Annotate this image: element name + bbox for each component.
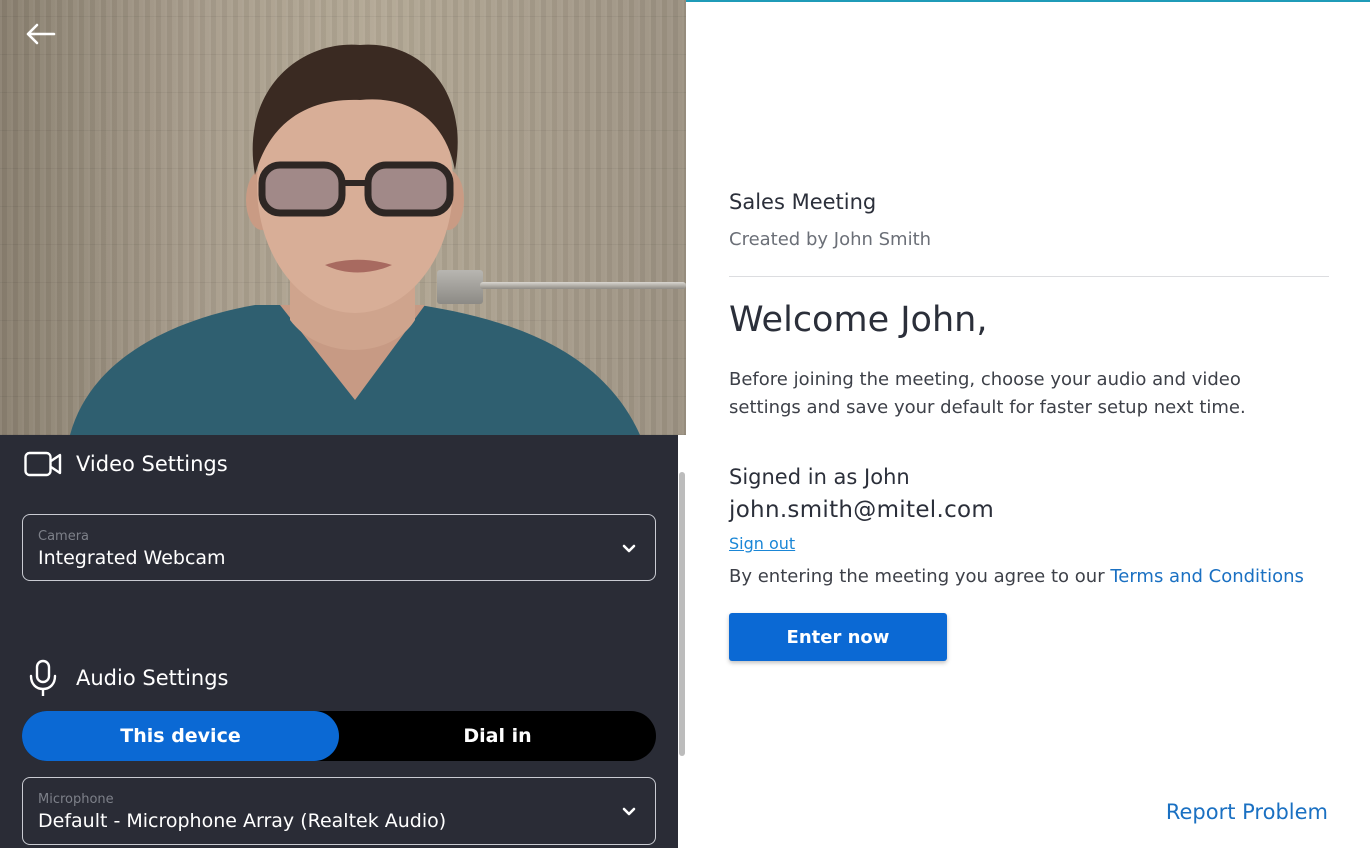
settings-scrollbar-thumb[interactable] <box>679 472 685 756</box>
meeting-title: Sales Meeting <box>729 190 877 214</box>
divider <box>729 276 1329 277</box>
video-settings-heading: Video Settings <box>24 449 228 479</box>
video-preview <box>0 0 686 435</box>
camera-select[interactable]: Camera Integrated Webcam <box>22 514 656 581</box>
participant-video-image <box>70 44 640 435</box>
settings-panel: Video Settings Camera Integrated Webcam … <box>0 435 678 848</box>
arrow-left-icon <box>26 23 56 45</box>
microphone-select[interactable]: Microphone Default - Microphone Array (R… <box>22 777 656 845</box>
report-problem-link[interactable]: Report Problem <box>1166 800 1328 824</box>
audio-source-toggle: This device Dial in <box>22 711 656 761</box>
welcome-heading: Welcome John, <box>729 300 988 340</box>
camera-caption: Camera <box>38 529 90 544</box>
terms-prefix: By entering the meeting you agree to our <box>729 566 1105 587</box>
chevron-down-icon <box>622 544 636 553</box>
audio-settings-title: Audio Settings <box>76 666 229 690</box>
user-email: john.smith@mitel.com <box>729 497 995 523</box>
dial-in-option[interactable]: Dial in <box>339 711 656 761</box>
sign-out-link[interactable]: Sign out <box>729 534 795 553</box>
camera-value: Integrated Webcam <box>38 547 226 569</box>
intro-line-1: Before joining the meeting, choose your … <box>729 369 1241 390</box>
this-device-option[interactable]: This device <box>22 711 339 761</box>
left-pane: Video Settings Camera Integrated Webcam … <box>0 0 686 848</box>
meeting-creator: Created by John Smith <box>729 229 932 250</box>
microphone-value: Default - Microphone Array (Realtek Audi… <box>38 810 447 832</box>
signed-in-label: Signed in as John <box>729 465 910 489</box>
chevron-down-icon <box>622 807 636 816</box>
back-button[interactable] <box>18 14 62 54</box>
right-pane: Sales Meeting Created by John Smith Welc… <box>686 0 1370 848</box>
intro-line-2: settings and save your default for faste… <box>729 397 1246 418</box>
enter-now-button[interactable]: Enter now <box>729 613 947 661</box>
intro-text: Before joining the meeting, choose your … <box>729 366 1269 422</box>
microphone-icon <box>24 659 62 697</box>
video-camera-icon <box>24 449 62 479</box>
terms-statement: By entering the meeting you agree to our… <box>729 566 1304 587</box>
video-settings-title: Video Settings <box>76 452 228 476</box>
terms-link[interactable]: Terms and Conditions <box>1110 566 1304 587</box>
audio-settings-heading: Audio Settings <box>24 659 229 697</box>
microphone-caption: Microphone <box>38 792 114 807</box>
